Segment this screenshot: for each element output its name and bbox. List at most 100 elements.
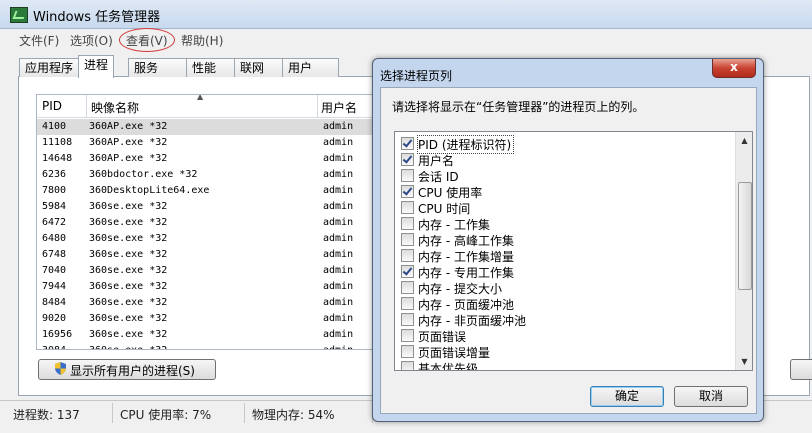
- tab-processes[interactable]: 进程: [78, 55, 115, 78]
- checkbox[interactable]: [401, 249, 414, 262]
- header-username[interactable]: 用户名: [321, 99, 357, 116]
- column-option[interactable]: 内存 - 工作集: [399, 215, 734, 232]
- cell-image-name: 360se.exe *32: [89, 313, 168, 324]
- cell-image-name: 360se.exe *32: [89, 233, 168, 244]
- ok-button[interactable]: 确定: [590, 386, 664, 407]
- column-option[interactable]: 页面错误: [399, 327, 734, 344]
- close-icon[interactable]: x: [712, 59, 756, 78]
- cancel-button[interactable]: 取消: [674, 386, 748, 407]
- column-option[interactable]: 内存 - 页面缓冲池: [399, 295, 734, 312]
- tab-applications[interactable]: 应用程序: [19, 58, 80, 77]
- table-row[interactable]: 9020 360se.exe *32 admin: [37, 311, 377, 327]
- table-row[interactable]: 3084 360se.exe *32 admin: [37, 343, 377, 349]
- table-row[interactable]: 11108 360AP.exe *32 admin: [37, 135, 377, 151]
- checkbox[interactable]: [401, 201, 414, 214]
- header-separator: [86, 95, 87, 117]
- checkbox[interactable]: [401, 297, 414, 310]
- status-process-count: 进程数: 137: [13, 408, 80, 422]
- column-option[interactable]: PID (进程标识符): [399, 135, 734, 154]
- table-row[interactable]: 6480 360se.exe *32 admin: [37, 231, 377, 247]
- column-option[interactable]: 基本优先级: [399, 359, 734, 370]
- cell-username: admin: [323, 201, 354, 212]
- column-option[interactable]: 会话 ID: [399, 167, 734, 184]
- checked-checkbox[interactable]: [401, 185, 414, 198]
- cell-pid: 7944: [42, 281, 67, 292]
- vertical-scrollbar[interactable]: ▲ ▼: [735, 132, 752, 370]
- menu-file[interactable]: 文件(F): [19, 32, 59, 49]
- table-row[interactable]: 8484 360se.exe *32 admin: [37, 295, 377, 311]
- column-option[interactable]: 内存 - 专用工作集: [399, 263, 734, 280]
- cell-username: admin: [323, 329, 354, 340]
- cell-username: admin: [323, 265, 354, 276]
- cell-image-name: 360bdoctor.exe *32: [89, 169, 198, 180]
- menu-options[interactable]: 选项(O): [70, 32, 113, 49]
- scroll-down-icon[interactable]: ▼: [736, 353, 752, 370]
- table-row[interactable]: 6472 360se.exe *32 admin: [37, 215, 377, 231]
- cell-image-name: 360se.exe *32: [89, 345, 167, 349]
- table-row[interactable]: 6748 360se.exe *32 admin: [37, 247, 377, 263]
- cell-username: admin: [323, 121, 354, 132]
- tab-users[interactable]: 用户: [282, 58, 339, 77]
- table-row[interactable]: 4100 360AP.exe *32 admin: [37, 119, 377, 135]
- table-row[interactable]: 7800 360DesktopLite64.exe admin: [37, 183, 377, 199]
- cell-username: admin: [323, 137, 354, 148]
- cell-image-name: 360AP.exe *32: [89, 121, 168, 132]
- tab-performance[interactable]: 性能: [186, 58, 238, 77]
- column-option[interactable]: 内存 - 工作集增量: [399, 247, 734, 264]
- column-option[interactable]: 内存 - 提交大小: [399, 279, 734, 296]
- header-pid[interactable]: PID: [42, 99, 62, 113]
- column-option[interactable]: CPU 使用率: [399, 183, 734, 200]
- show-all-label: 显示所有用户的进程(S): [70, 364, 195, 378]
- checkbox[interactable]: [401, 233, 414, 246]
- table-row[interactable]: 7040 360se.exe *32 admin: [37, 263, 377, 279]
- header-image-name[interactable]: 映像名称: [91, 99, 139, 116]
- checked-checkbox[interactable]: [401, 137, 414, 150]
- menu-help[interactable]: 帮助(H): [181, 32, 223, 49]
- table-row[interactable]: 14648 360AP.exe *32 admin: [37, 151, 377, 167]
- checkbox[interactable]: [401, 329, 414, 342]
- cell-username: admin: [323, 297, 354, 308]
- list-header: PID 映像名称 ▲ 用户名: [37, 95, 377, 118]
- status-memory: 物理内存: 54%: [252, 408, 335, 422]
- column-option[interactable]: 用户名: [399, 151, 734, 168]
- table-row[interactable]: 16956 360se.exe *32 admin: [37, 327, 377, 343]
- task-manager-icon: [10, 7, 28, 23]
- cell-pid: 14648: [42, 153, 73, 164]
- checkbox[interactable]: [401, 313, 414, 326]
- column-option[interactable]: 内存 - 高峰工作集: [399, 231, 734, 248]
- cell-username: admin: [323, 153, 354, 164]
- sort-up-icon: ▲: [197, 94, 204, 101]
- column-option[interactable]: 页面错误增量: [399, 343, 734, 360]
- scroll-up-icon[interactable]: ▲: [736, 132, 752, 149]
- cell-image-name: 360se.exe *32: [89, 297, 168, 308]
- cell-pid: 6236: [42, 169, 67, 180]
- column-option[interactable]: CPU 时间: [399, 199, 734, 216]
- cell-username: admin: [323, 185, 354, 196]
- checked-checkbox[interactable]: [401, 153, 414, 166]
- status-separator: [112, 403, 113, 423]
- title-bar[interactable]: Windows 任务管理器: [0, 0, 812, 29]
- cell-pid: 16956: [42, 329, 73, 340]
- table-row[interactable]: 5984 360se.exe *32 admin: [37, 199, 377, 215]
- column-checklist[interactable]: PID (进程标识符) 用户名 会话 ID CPU 使用率 CPU 时间 内存 - 工作集…: [394, 131, 753, 371]
- end-process-button[interactable]: [790, 359, 812, 380]
- checked-checkbox[interactable]: [401, 265, 414, 278]
- tab-services[interactable]: 服务: [128, 58, 188, 77]
- tab-networking[interactable]: 联网: [234, 58, 284, 77]
- checkbox[interactable]: [401, 169, 414, 182]
- dialog-title: 选择进程页列: [380, 69, 453, 83]
- checkbox[interactable]: [401, 217, 414, 230]
- column-option[interactable]: 内存 - 非页面缓冲池: [399, 311, 734, 328]
- scroll-thumb[interactable]: [738, 182, 752, 290]
- process-list[interactable]: PID 映像名称 ▲ 用户名 4100 360AP.exe *32 admin 111…: [36, 94, 378, 350]
- cell-pid: 7800: [42, 185, 67, 196]
- cell-image-name: 360se.exe *32: [89, 281, 168, 292]
- show-all-processes-button[interactable]: 显示所有用户的进程(S): [38, 359, 216, 380]
- cell-image-name: 360AP.exe *32: [89, 153, 168, 164]
- checkbox[interactable]: [401, 361, 414, 370]
- cell-image-name: 360DesktopLite64.exe: [89, 185, 210, 196]
- table-row[interactable]: 7944 360se.exe *32 admin: [37, 279, 377, 295]
- table-row[interactable]: 6236 360bdoctor.exe *32 admin: [37, 167, 377, 183]
- checkbox[interactable]: [401, 345, 414, 358]
- checkbox[interactable]: [401, 281, 414, 294]
